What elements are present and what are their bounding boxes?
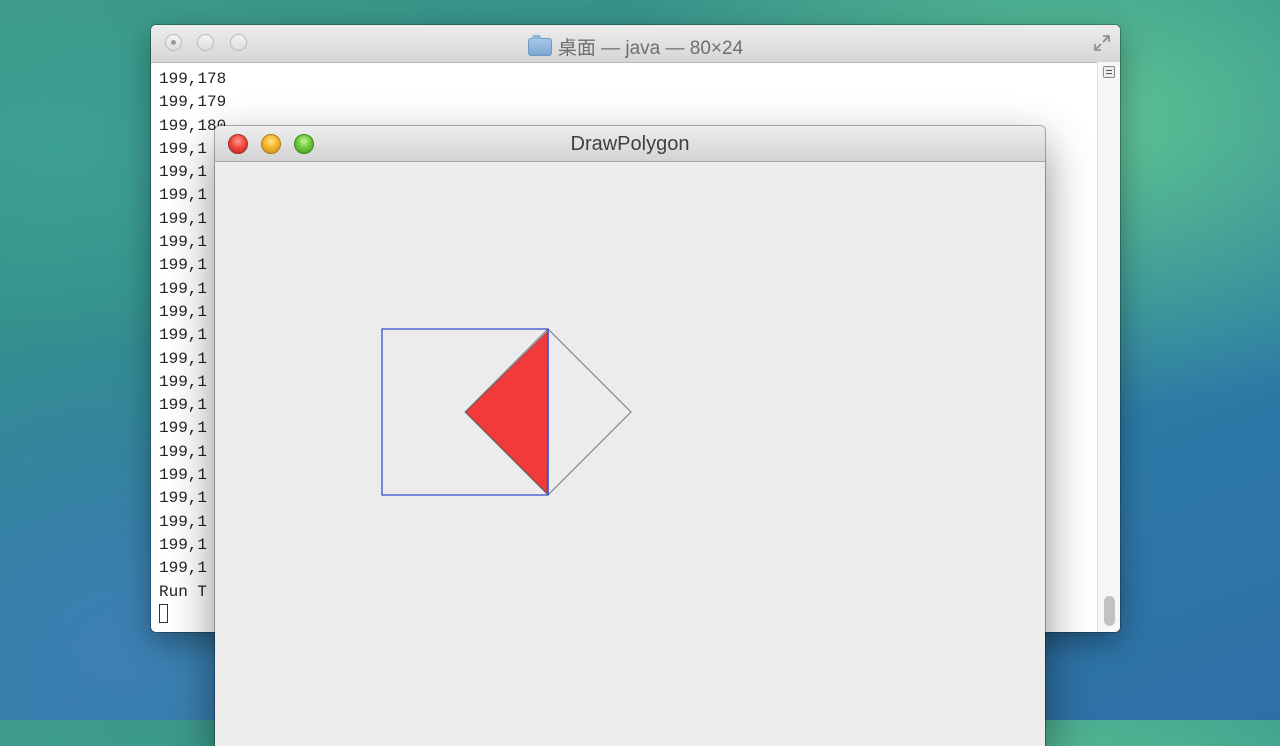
terminal-titlebar[interactable]: 桌面 — java — 80×24 <box>151 25 1120 63</box>
terminal-line: 199,179 <box>159 93 227 112</box>
drawpolygon-window[interactable]: DrawPolygon <box>215 126 1045 746</box>
drawpolygon-titlebar[interactable]: DrawPolygon <box>215 126 1045 162</box>
drawing-canvas[interactable] <box>215 162 1045 746</box>
scroll-thumb[interactable] <box>1104 596 1115 626</box>
folder-icon <box>527 35 552 56</box>
terminal-scrollbar[interactable] <box>1097 62 1120 632</box>
terminal-title: 桌面 — java — 80×24 <box>151 33 1120 60</box>
text-cursor <box>159 603 168 623</box>
terminal-line: 199,178 <box>159 70 227 88</box>
fullscreen-icon[interactable] <box>1092 33 1112 53</box>
red-triangle <box>465 330 549 494</box>
window-title: DrawPolygon <box>570 133 690 155</box>
terminal-title-text: 桌面 — java — 80×24 <box>557 38 744 59</box>
split-pane-icon[interactable] <box>1103 66 1115 78</box>
